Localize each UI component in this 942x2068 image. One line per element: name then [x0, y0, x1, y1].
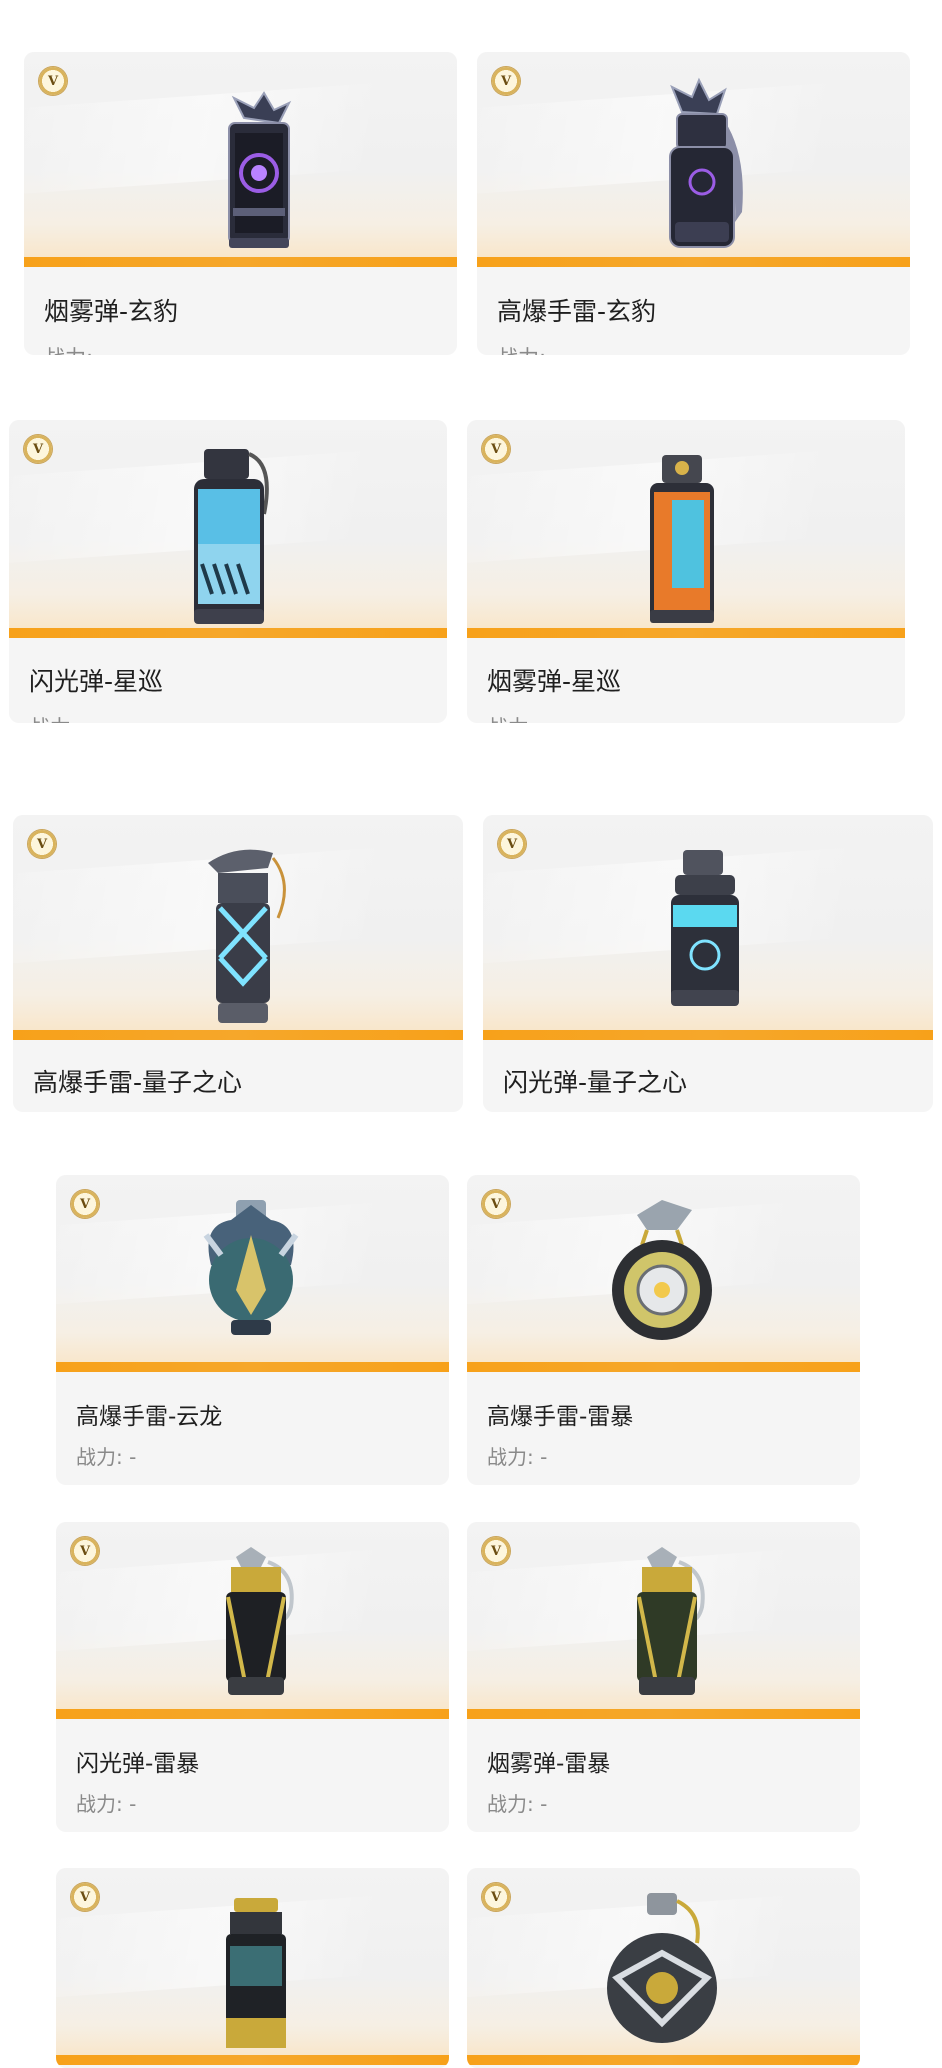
v-badge-icon: V [71, 1883, 99, 1911]
v-badge-icon: V [39, 67, 67, 95]
skin-card-smoke-thunderstorm[interactable]: V 烟雾弹-雷暴 战力: - [467, 1522, 860, 1832]
v-badge-icon: V [498, 830, 526, 858]
skin-card-smoke-panther[interactable]: V 烟雾弹-玄豹 战力: - [24, 52, 457, 355]
v-badge-icon: V [482, 1537, 510, 1565]
power-label: 战力: - [29, 712, 92, 723]
smoke-grenade-panther-icon [228, 91, 292, 248]
flash-grenade-starpatrol-icon [194, 449, 269, 624]
skin-card-frag-thunderstorm[interactable]: V 高爆手雷-雷暴 战力: - [467, 1175, 860, 1485]
card-image-area: V [56, 1522, 449, 1719]
skin-card-flash-starpatrol[interactable]: V 闪光弹-星巡 战力: - [9, 420, 447, 723]
frag-grenade-thunderstorm-icon [612, 1200, 712, 1340]
v-badge-icon: V [482, 435, 510, 463]
item-title: 烟雾弹-雷暴 [487, 1751, 611, 1777]
v-badge-icon: V [482, 1190, 510, 1218]
card-image-area: V [467, 420, 905, 638]
v-badge-icon: V [71, 1537, 99, 1565]
power-label: 战力: - [487, 1445, 548, 1469]
card-image-area: V [477, 52, 910, 267]
v-badge-icon: V [24, 435, 52, 463]
frag-grenade-quantum-icon [208, 849, 286, 1023]
skin-card-frag-panther[interactable]: V 高爆手雷-玄豹 战力: - [477, 52, 910, 355]
item-title: 烟雾弹-玄豹 [44, 297, 179, 326]
power-label: 战力: - [76, 1445, 137, 1469]
item-title: 闪光弹-量子之心 [503, 1068, 688, 1097]
card-image-area: V [13, 815, 463, 1040]
power-label: 战力: - [44, 342, 107, 355]
smoke-grenade-starpatrol-icon [650, 455, 714, 623]
power-label: 战力: - [487, 712, 550, 723]
frag-grenade-cloud-dragon-icon [203, 1200, 299, 1335]
card-image-area: V [56, 1175, 449, 1372]
skin-card-flash-thunderstorm[interactable]: V 闪光弹-雷暴 战力: - [56, 1522, 449, 1832]
smoke-grenade-thunderstorm-icon [637, 1547, 705, 1695]
frag-grenade-panther-icon [669, 77, 743, 248]
item-title: 烟雾弹-星巡 [487, 667, 622, 696]
item-title: 高爆手雷-雷暴 [487, 1404, 634, 1430]
grenade-canister-icon [226, 1898, 286, 2048]
v-badge-icon: V [482, 1883, 510, 1911]
item-title: 高爆手雷-量子之心 [33, 1068, 243, 1097]
item-title: 闪光弹-雷暴 [76, 1751, 200, 1777]
v-badge-icon: V [71, 1190, 99, 1218]
skin-card-partial-right[interactable]: V [467, 1868, 860, 2068]
skin-card-partial-left[interactable]: V [56, 1868, 449, 2068]
item-title: 高爆手雷-云龙 [76, 1404, 223, 1430]
card-image-area: V [56, 1868, 449, 2065]
card-image-area: V [24, 52, 457, 267]
flash-grenade-quantum-icon [671, 850, 739, 1006]
card-image-area: V [9, 420, 447, 638]
card-image-area: V [467, 1175, 860, 1372]
power-label: 战力: - [497, 342, 560, 355]
power-label: 战力: - [76, 1792, 137, 1816]
flash-grenade-thunderstorm-icon [226, 1547, 294, 1695]
skin-card-smoke-starpatrol[interactable]: V 烟雾弹-星巡 战力: - [467, 420, 905, 723]
skin-card-flash-quantum[interactable]: V 闪光弹-量子之心 [483, 815, 933, 1112]
skin-card-frag-cloud-dragon[interactable]: V 高爆手雷-云龙 战力: - [56, 1175, 449, 1485]
v-badge-icon: V [28, 830, 56, 858]
card-image-area: V [467, 1522, 860, 1719]
power-label: 战力: - [487, 1792, 548, 1816]
frag-grenade-round-icon [607, 1893, 717, 2043]
card-image-area: V [467, 1868, 860, 2065]
item-title: 闪光弹-星巡 [29, 667, 164, 696]
item-title: 高爆手雷-玄豹 [497, 297, 657, 326]
card-image-area: V [483, 815, 933, 1040]
skin-card-frag-quantum[interactable]: V 高爆手雷-量子之心 [13, 815, 463, 1112]
v-badge-icon: V [492, 67, 520, 95]
